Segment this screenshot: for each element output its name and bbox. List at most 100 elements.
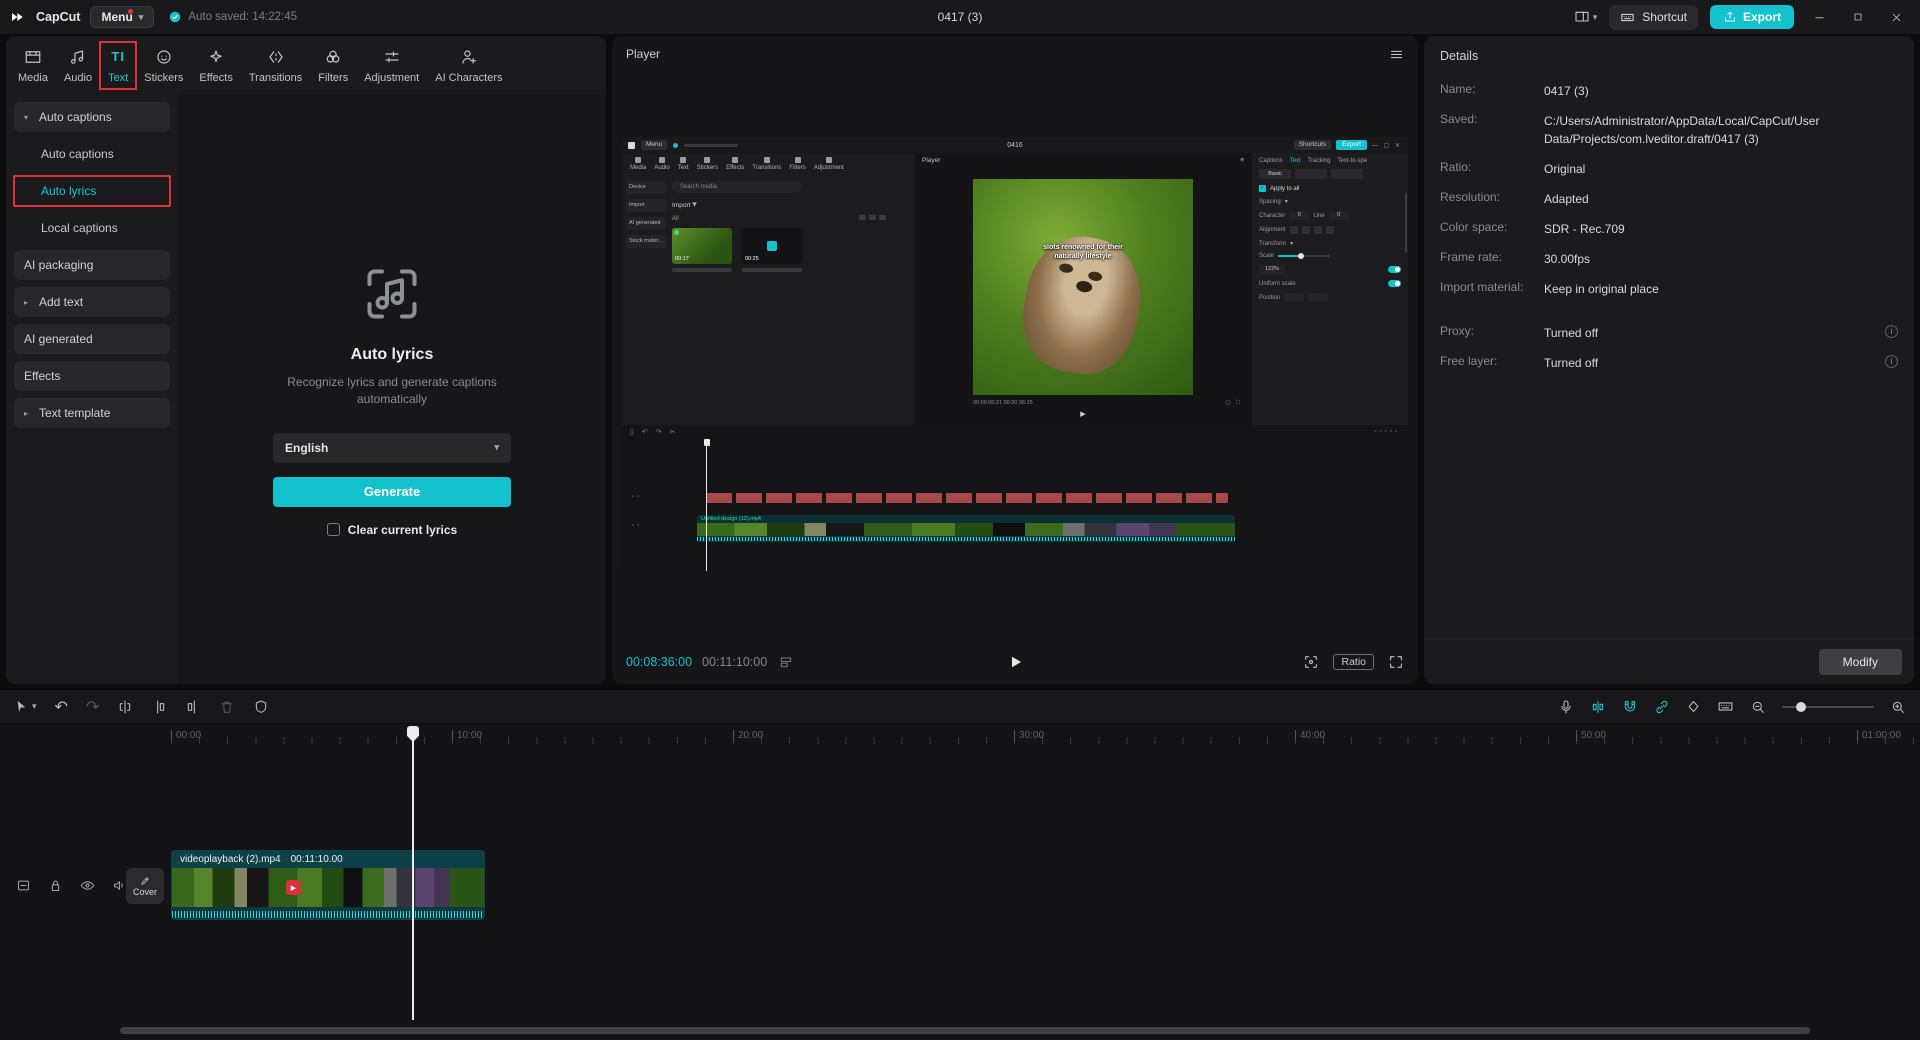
clip-duration: 00:11:10.00 [291, 854, 343, 865]
player-panel: Player Menu 0416 Shortcuts Export — ▢ ✕ … [612, 36, 1418, 684]
player-menu-icon[interactable] [1389, 47, 1404, 62]
tab-ai-characters[interactable]: AI Characters [427, 43, 510, 88]
preview-media-tabs: Media Audio Text Stickers Effects Transi… [622, 153, 914, 175]
split-icon[interactable] [117, 699, 133, 715]
close-button[interactable] [1883, 11, 1910, 24]
zoom-in-icon[interactable] [1890, 699, 1906, 715]
info-icon[interactable]: i [1885, 325, 1898, 338]
sidebar-item-ai-generated[interactable]: AI generated [14, 324, 170, 354]
preview-character-line-row: Character 0 Line 0 [1259, 211, 1401, 220]
track-menu-icon[interactable] [16, 878, 31, 893]
tab-media[interactable]: Media [10, 43, 56, 88]
maximize-button[interactable] [1845, 11, 1871, 23]
menu-button[interactable]: Menu ▾ [90, 6, 154, 28]
preview-search-box: Search media [672, 181, 802, 193]
sidebar-item-auto-lyrics[interactable]: Auto lyrics [14, 176, 170, 206]
trim-left-icon[interactable] [151, 699, 167, 715]
preview-thumb-duration: 00:17 [675, 256, 689, 262]
mic-icon[interactable] [1558, 699, 1574, 715]
player-preview[interactable]: Menu 0416 Shortcuts Export — ▢ ✕ Media A… [622, 137, 1408, 575]
preview-tab-icon [635, 157, 641, 163]
zoom-out-icon[interactable] [1750, 699, 1766, 715]
sidebar-item-local-captions[interactable]: Local captions [14, 213, 170, 243]
timeline-clip[interactable]: videoplayback (2).mp4 00:11:10.00 ▶ [171, 850, 485, 920]
ruler-ticks [171, 737, 1920, 744]
sidebar-group-auto-captions[interactable]: ▾ Auto captions [14, 102, 170, 132]
preview-scale-value-row: 122% [1259, 265, 1401, 274]
preview-media-panel: Media Audio Text Stickers Effects Transi… [622, 153, 914, 425]
sidebar-item-ai-packaging[interactable]: AI packaging [14, 250, 170, 280]
generate-button[interactable]: Generate [273, 477, 511, 507]
chevron-down-icon: ▾ [1593, 12, 1598, 23]
eye-icon[interactable] [80, 878, 95, 893]
tab-label: Effects [199, 72, 232, 84]
preview-titlebar: Menu 0416 Shortcuts Export — ▢ ✕ [622, 137, 1408, 153]
playhead-line [412, 736, 414, 1020]
preview-toggle-on [1388, 280, 1401, 287]
detail-row-color-space: Color space: SDR - Rec.709 [1440, 220, 1898, 238]
clear-lyrics-checkbox[interactable] [327, 523, 340, 536]
undo-icon[interactable]: ↶ [55, 697, 68, 717]
minimize-button[interactable] [1806, 11, 1833, 24]
select-tool-button[interactable]: ▾ [14, 699, 37, 714]
preview-tab-icon [764, 157, 770, 163]
sidebar-item-label: Auto captions [41, 147, 114, 161]
sidebar-item-auto-captions[interactable]: Auto captions [14, 139, 170, 169]
sidebar-group-add-text[interactable]: ▸ Add text [14, 287, 170, 317]
export-button[interactable]: Export [1710, 5, 1794, 29]
layout-switch-button[interactable]: ▾ [1574, 9, 1598, 25]
speaker-icon[interactable] [112, 878, 127, 893]
ratio-button[interactable]: Ratio [1333, 654, 1374, 670]
timeline-ruler[interactable]: 00:00 10:00 20:00 30:00 40:00 50:00 01:0… [0, 724, 1920, 750]
tab-transitions[interactable]: Transitions [241, 43, 310, 88]
language-select[interactable]: English ▾ [273, 433, 511, 463]
auto-lyrics-panel: Auto lyrics Recognize lyrics and generat… [178, 94, 606, 684]
tab-adjustment[interactable]: Adjustment [356, 43, 427, 88]
preview-tab-icon [826, 157, 832, 163]
sidebar-group-text-template[interactable]: ▸ Text template [14, 398, 170, 428]
preview-tab: Transitions [752, 157, 781, 171]
modify-button[interactable]: Modify [1819, 649, 1902, 675]
delete-icon[interactable] [219, 699, 235, 715]
sidebar-item-effects[interactable]: Effects [14, 361, 170, 391]
cover-label: Cover [133, 887, 157, 897]
preview-spacing-section: Spacing▾ [1259, 198, 1401, 205]
zoom-slider-knob[interactable] [1796, 702, 1806, 712]
focus-icon[interactable] [1303, 654, 1319, 670]
trim-right-icon[interactable] [185, 699, 201, 715]
frames-view-icon[interactable] [779, 655, 793, 669]
fullscreen-icon[interactable] [1388, 654, 1404, 670]
export-label: Export [1743, 10, 1781, 24]
preview-window-controls: — ▢ ✕ [1372, 142, 1402, 149]
preview-axis-icon[interactable] [1590, 699, 1606, 715]
cover-button[interactable]: Cover [126, 868, 164, 904]
shortcut-button[interactable]: Shortcut [1609, 5, 1698, 30]
keyboard-icon [1620, 10, 1635, 25]
left-panel-body: ▾ Auto captions Auto captions Auto lyric… [6, 94, 606, 684]
lock-icon[interactable] [48, 878, 63, 893]
timeline: ▾ ↶ ↷ 00:00 10:00 20:00 30:00 40:00 50:0… [0, 690, 1920, 1040]
info-icon[interactable]: i [1885, 355, 1898, 368]
preview-thumb-name [672, 268, 732, 272]
preview-sidebar-item: Device [626, 181, 666, 194]
sidebar-item-label: Local captions [41, 221, 118, 235]
chevron-down-icon: ▾ [494, 442, 499, 453]
zoom-slider[interactable] [1782, 706, 1874, 708]
redo-icon[interactable]: ↷ [86, 697, 99, 717]
sidebar-item-label: Add text [39, 295, 83, 309]
total-duration: 00:11:10:00 [702, 655, 767, 669]
tab-effects[interactable]: Effects [191, 43, 240, 88]
keyboard-icon[interactable] [1717, 698, 1734, 715]
playhead[interactable] [407, 726, 419, 1020]
tab-text[interactable]: TI Text [100, 43, 136, 88]
linkage-icon[interactable] [1654, 699, 1670, 715]
keyframe-icon[interactable] [1686, 699, 1701, 714]
mask-icon[interactable] [253, 699, 269, 715]
tab-filters[interactable]: Filters [310, 43, 356, 88]
tab-stickers[interactable]: Stickers [136, 43, 191, 88]
caret-down-icon: ▾ [692, 199, 697, 209]
horizontal-scrollbar[interactable] [120, 1027, 1810, 1034]
play-button[interactable] [1006, 653, 1024, 671]
tab-audio[interactable]: Audio [56, 43, 100, 88]
snapping-icon[interactable] [1622, 699, 1638, 715]
